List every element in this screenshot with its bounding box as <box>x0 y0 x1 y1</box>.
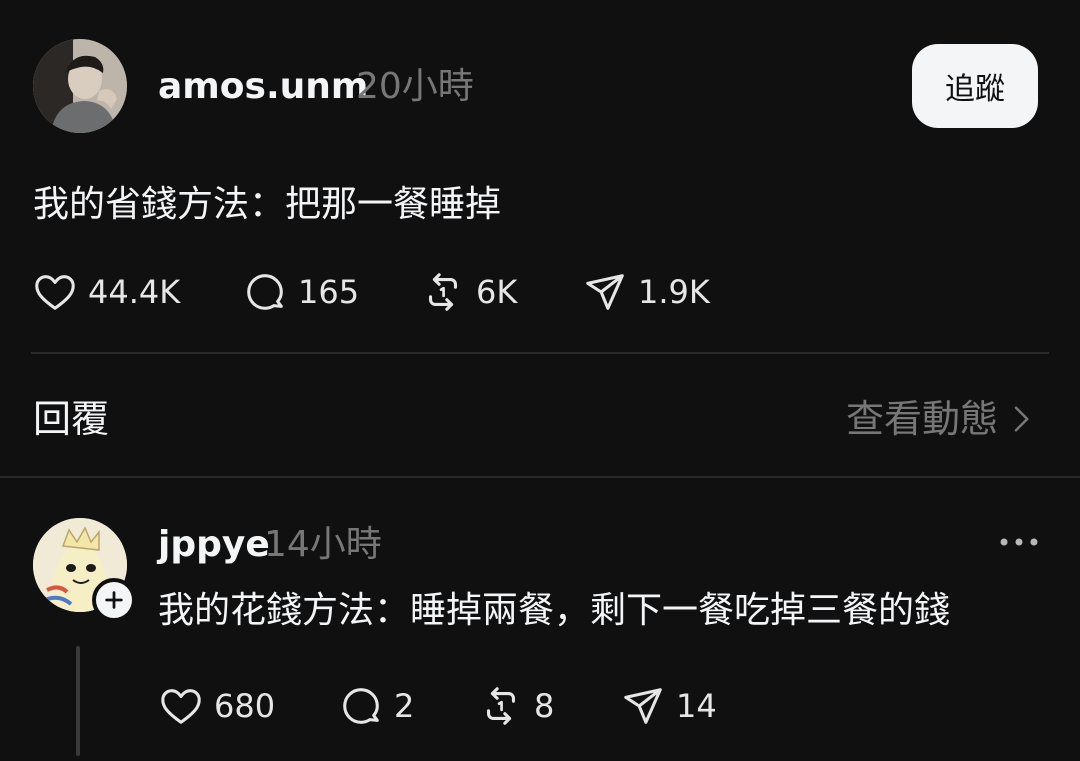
reply-comment-button[interactable]: 2 <box>338 682 414 730</box>
reply-timestamp: 14小時 <box>264 524 382 565</box>
comment-button[interactable]: 165 <box>242 268 359 316</box>
repost-count: 6K <box>476 273 518 311</box>
reply-text: 我的花錢方法：睡掉兩餐，剩下一餐吃掉三餐的錢 <box>158 590 951 631</box>
share-button[interactable]: 1.9K <box>582 268 710 316</box>
comment-count: 165 <box>298 273 360 311</box>
chevron-right-icon <box>1014 406 1029 432</box>
send-icon <box>624 688 662 724</box>
post-timestamp: 20小時 <box>356 66 474 107</box>
section-divider <box>0 476 1080 478</box>
replies-heading: 回覆 <box>33 397 110 441</box>
plus-icon <box>105 591 123 609</box>
post-divider <box>31 352 1049 354</box>
repost-icon <box>487 687 515 725</box>
reply-like-button[interactable]: 680 <box>158 682 275 730</box>
follow-button[interactable]: 追蹤 <box>912 44 1038 128</box>
heart-icon <box>161 689 201 724</box>
heart-icon <box>35 275 75 310</box>
view-activity-link[interactable]: 查看動態 <box>846 394 1036 444</box>
reply-comment-count: 2 <box>394 687 415 725</box>
send-icon <box>586 274 624 310</box>
reply-repost-count: 8 <box>534 687 555 725</box>
repost-icon <box>429 273 457 311</box>
like-count: 44.4K <box>88 273 181 311</box>
view-activity-label: 查看動態 <box>846 397 999 441</box>
repost-button[interactable]: 6K <box>420 268 517 316</box>
follow-plus-button[interactable] <box>92 578 136 622</box>
more-dots-icon <box>1000 538 1038 546</box>
share-count: 1.9K <box>638 273 710 311</box>
more-options-button[interactable] <box>994 524 1044 560</box>
reply-share-count: 14 <box>676 687 717 725</box>
thread-line <box>76 646 80 756</box>
author-username[interactable]: amos.unm <box>158 62 368 112</box>
speech-bubble-icon <box>343 688 379 724</box>
author-avatar[interactable] <box>33 39 127 133</box>
post-text: 我的省錢方法：把那一餐睡掉 <box>33 184 502 225</box>
reply-share-button[interactable]: 14 <box>620 682 717 730</box>
author-avatar-image <box>33 39 127 133</box>
reply-like-count: 680 <box>214 687 276 725</box>
reply-repost-button[interactable]: 8 <box>478 682 554 730</box>
reply-author-username[interactable]: jppye <box>158 520 270 570</box>
like-button[interactable]: 44.4K <box>32 268 180 316</box>
speech-bubble-icon <box>247 274 283 310</box>
